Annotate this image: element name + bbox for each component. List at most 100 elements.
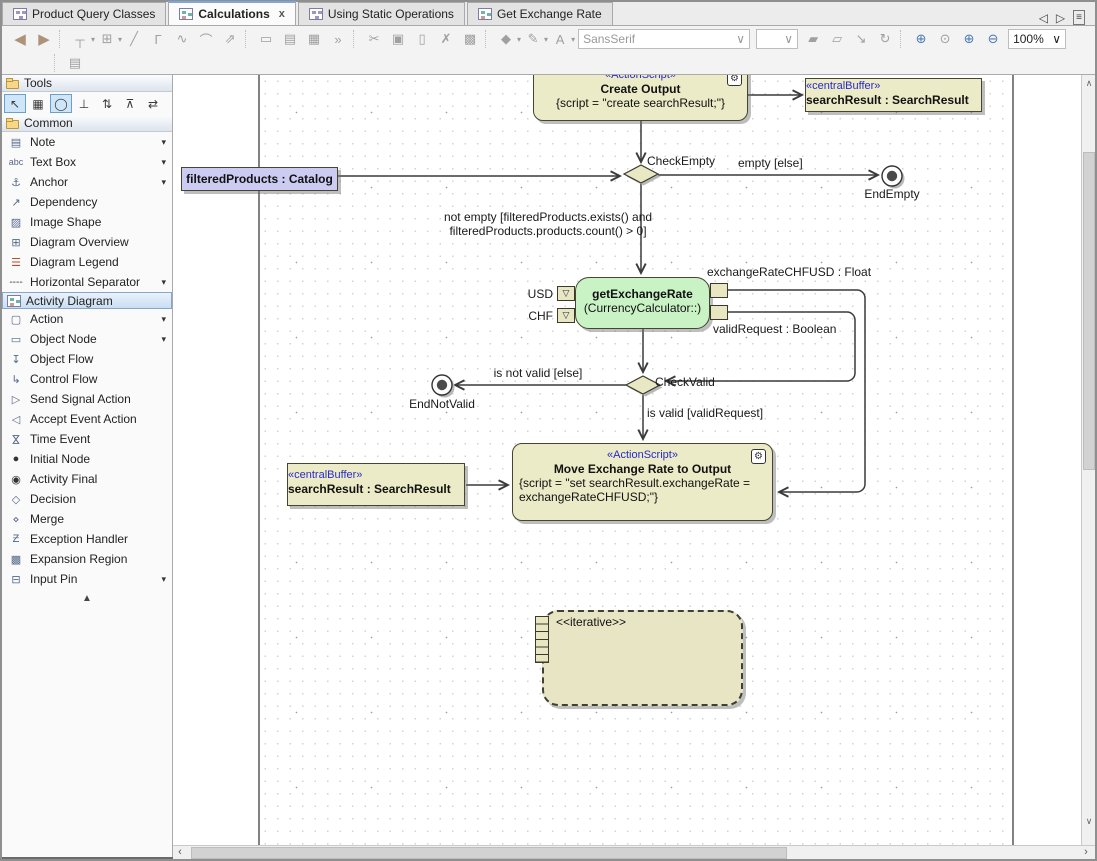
to-front-icon[interactable]: ▰ — [803, 29, 823, 49]
palette-item-object-node[interactable]: ▭ Object Node ▾ — [2, 329, 172, 349]
chevron-down-icon[interactable]: ▾ — [91, 35, 95, 44]
chevron-down-icon[interactable]: ▾ — [161, 314, 169, 325]
action-create-output[interactable]: «ActionScript» Create Output {script = "… — [533, 75, 748, 121]
activity-final-end-empty[interactable] — [882, 166, 902, 186]
expansion-region-iterative[interactable]: <<iterative>> — [542, 610, 743, 706]
font-color-icon[interactable]: A — [550, 29, 570, 49]
diagram-tree-icon[interactable]: ┬ — [70, 29, 90, 49]
chevron-down-icon[interactable]: ▾ — [517, 35, 521, 44]
expansion-node-stack[interactable] — [535, 616, 549, 663]
palette-item-input-pin[interactable]: ⊟ Input Pin ▾ — [2, 569, 172, 589]
chevron-down-icon[interactable]: ▾ — [161, 157, 169, 168]
overflow-chevrons[interactable]: » — [328, 29, 348, 49]
curved-line-icon[interactable]: ⌒ — [196, 29, 216, 49]
grid-icon[interactable]: ▦ — [304, 29, 324, 49]
palette-item-expansion-region[interactable]: ▩ Expansion Region — [2, 549, 172, 569]
central-buffer-searchresult-bottom[interactable]: «centralBuffer» searchResult : SearchRes… — [287, 463, 465, 506]
tab-list-icon[interactable]: ≡ — [1073, 10, 1085, 25]
palette-item-object-flow[interactable]: ↧ Object Flow — [2, 349, 172, 369]
font-size-select[interactable]: ∨ — [756, 29, 798, 49]
delete-icon[interactable]: ✗ — [436, 29, 456, 49]
stamp-tool[interactable]: ⊥ — [73, 94, 95, 113]
output-pin-valid-request[interactable] — [710, 305, 728, 320]
link-select-tool[interactable]: ◯ — [50, 94, 72, 113]
palette-item-action[interactable]: ▢ Action ▾ — [2, 309, 172, 329]
zoom-selection-icon[interactable]: ⊙ — [935, 29, 955, 49]
forward-icon[interactable]: ▶ — [34, 29, 54, 49]
chevron-down-icon[interactable]: ▾ — [571, 35, 575, 44]
input-pin-usd[interactable]: ▽ — [557, 286, 575, 301]
swap-tool[interactable]: ⇄ — [142, 94, 164, 113]
select-tool[interactable]: ↖ — [4, 94, 26, 113]
palette-item-initial-node[interactable]: ● Initial Node — [2, 449, 172, 469]
tab-get-exchange-rate[interactable]: Get Exchange Rate — [467, 2, 613, 25]
zoom-in-icon[interactable]: ⊕ — [959, 29, 979, 49]
tab-using-static-operations[interactable]: Using Static Operations — [298, 2, 465, 25]
select-related-icon[interactable]: ↘ — [851, 29, 871, 49]
action-move-exchange-rate[interactable]: «ActionScript» Move Exchange Rate to Out… — [512, 443, 773, 521]
scroll-left-arrow[interactable]: ‹ — [173, 846, 187, 860]
zoom-fit-icon[interactable]: ⊕ — [911, 29, 931, 49]
scroll-tabs-right-icon[interactable]: ▷ — [1056, 11, 1065, 25]
containment-icon[interactable]: ▤ — [65, 53, 85, 73]
chevron-down-icon[interactable]: ▾ — [161, 137, 169, 148]
diagram-canvas[interactable]: «ActionScript» Create Output {script = "… — [173, 75, 1081, 845]
palette-item-diagram-overview[interactable]: ⊞ Diagram Overview — [2, 232, 172, 252]
back-icon[interactable]: ◀ — [10, 29, 30, 49]
cut-icon[interactable]: ✂ — [364, 29, 384, 49]
palette-header-activity-diagram[interactable]: Activity Diagram — [2, 292, 172, 309]
palette-item-dependency[interactable]: ↗ Dependency — [2, 192, 172, 212]
font-family-select[interactable]: SansSerif ∨ — [578, 29, 750, 49]
oblique-line-icon[interactable]: ∿ — [172, 29, 192, 49]
palette-item-anchor[interactable]: ⚓ Anchor ▾ — [2, 172, 172, 192]
autosize-icon[interactable]: ▭ — [256, 29, 276, 49]
chevron-down-icon[interactable]: ▾ — [161, 334, 169, 345]
chevron-down-icon[interactable]: ▾ — [544, 35, 548, 44]
palette-item-send-signal-action[interactable]: ▷ Send Signal Action — [2, 389, 172, 409]
paste-icon[interactable]: ▯ — [412, 29, 432, 49]
output-pin-exchange-rate[interactable] — [710, 283, 728, 298]
palette-header-common[interactable]: Common — [2, 115, 172, 132]
spline-line-icon[interactable]: ⇗ — [220, 29, 240, 49]
refresh-icon[interactable]: ↻ — [875, 29, 895, 49]
action-get-exchange-rate[interactable]: getExchangeRate (CurrencyCalculator::) — [575, 277, 710, 329]
chevron-down-icon[interactable]: ▾ — [118, 35, 122, 44]
activity-final-end-not-valid[interactable] — [432, 375, 452, 395]
palette-item-exception-handler[interactable]: Ƶ Exception Handler — [2, 529, 172, 549]
scroll-tabs-left-icon[interactable]: ◁ — [1039, 11, 1048, 25]
palette-item-horizontal-separator[interactable]: ---- Horizontal Separator ▾ — [2, 272, 172, 292]
marquee-select-tool[interactable]: ▦ — [27, 94, 49, 113]
palette-header-tools[interactable]: Tools — [2, 75, 172, 92]
compress-tool[interactable]: ⊼ — [119, 94, 141, 113]
scroll-up-arrow[interactable]: ∧ — [1082, 75, 1096, 91]
palette-item-diagram-legend[interactable]: ☰ Diagram Legend — [2, 252, 172, 272]
central-buffer-searchresult-top[interactable]: «centralBuffer» searchResult : SearchRes… — [805, 78, 982, 112]
palette-item-text-box[interactable]: abc Text Box ▾ — [2, 152, 172, 172]
copy-icon[interactable]: ▣ — [388, 29, 408, 49]
tab-calculations[interactable]: Calculations x — [168, 1, 295, 25]
object-node-filtered-products[interactable]: filteredProducts : Catalog — [181, 167, 338, 191]
palette-item-merge[interactable]: ⋄ Merge — [2, 509, 172, 529]
scroll-right-arrow[interactable]: › — [1079, 846, 1093, 860]
add-element-icon[interactable]: ⊞ — [97, 29, 117, 49]
horizontal-scrollbar[interactable]: ‹ › — [173, 845, 1095, 859]
straight-line-icon[interactable]: ╱ — [124, 29, 144, 49]
chevron-down-icon[interactable]: ▾ — [161, 277, 169, 288]
input-pin-chf[interactable]: ▽ — [557, 308, 575, 323]
distribute-tool[interactable]: ⇅ — [96, 94, 118, 113]
palette-item-activity-final[interactable]: ◉ Activity Final — [2, 469, 172, 489]
chevron-down-icon[interactable]: ▾ — [161, 574, 169, 585]
palette-item-time-event[interactable]: ⋈ Time Event — [2, 429, 172, 449]
horizontal-scroll-thumb[interactable] — [191, 847, 787, 859]
close-icon[interactable]: x — [279, 8, 285, 20]
zoom-out-icon[interactable]: ⊖ — [983, 29, 1003, 49]
vertical-scroll-thumb[interactable] — [1083, 152, 1095, 470]
same-size-icon[interactable]: ▤ — [280, 29, 300, 49]
palette-item-note[interactable]: ▤ Note ▾ — [2, 132, 172, 152]
palette-scroll-up-icon[interactable]: ▲ — [2, 589, 172, 604]
tab-product-query-classes[interactable]: Product Query Classes — [2, 2, 166, 25]
fill-color-icon[interactable]: ◆ — [496, 29, 516, 49]
chevron-down-icon[interactable]: ▾ — [161, 177, 169, 188]
palette-item-image-shape[interactable]: ▨ Image Shape — [2, 212, 172, 232]
to-back-icon[interactable]: ▱ — [827, 29, 847, 49]
